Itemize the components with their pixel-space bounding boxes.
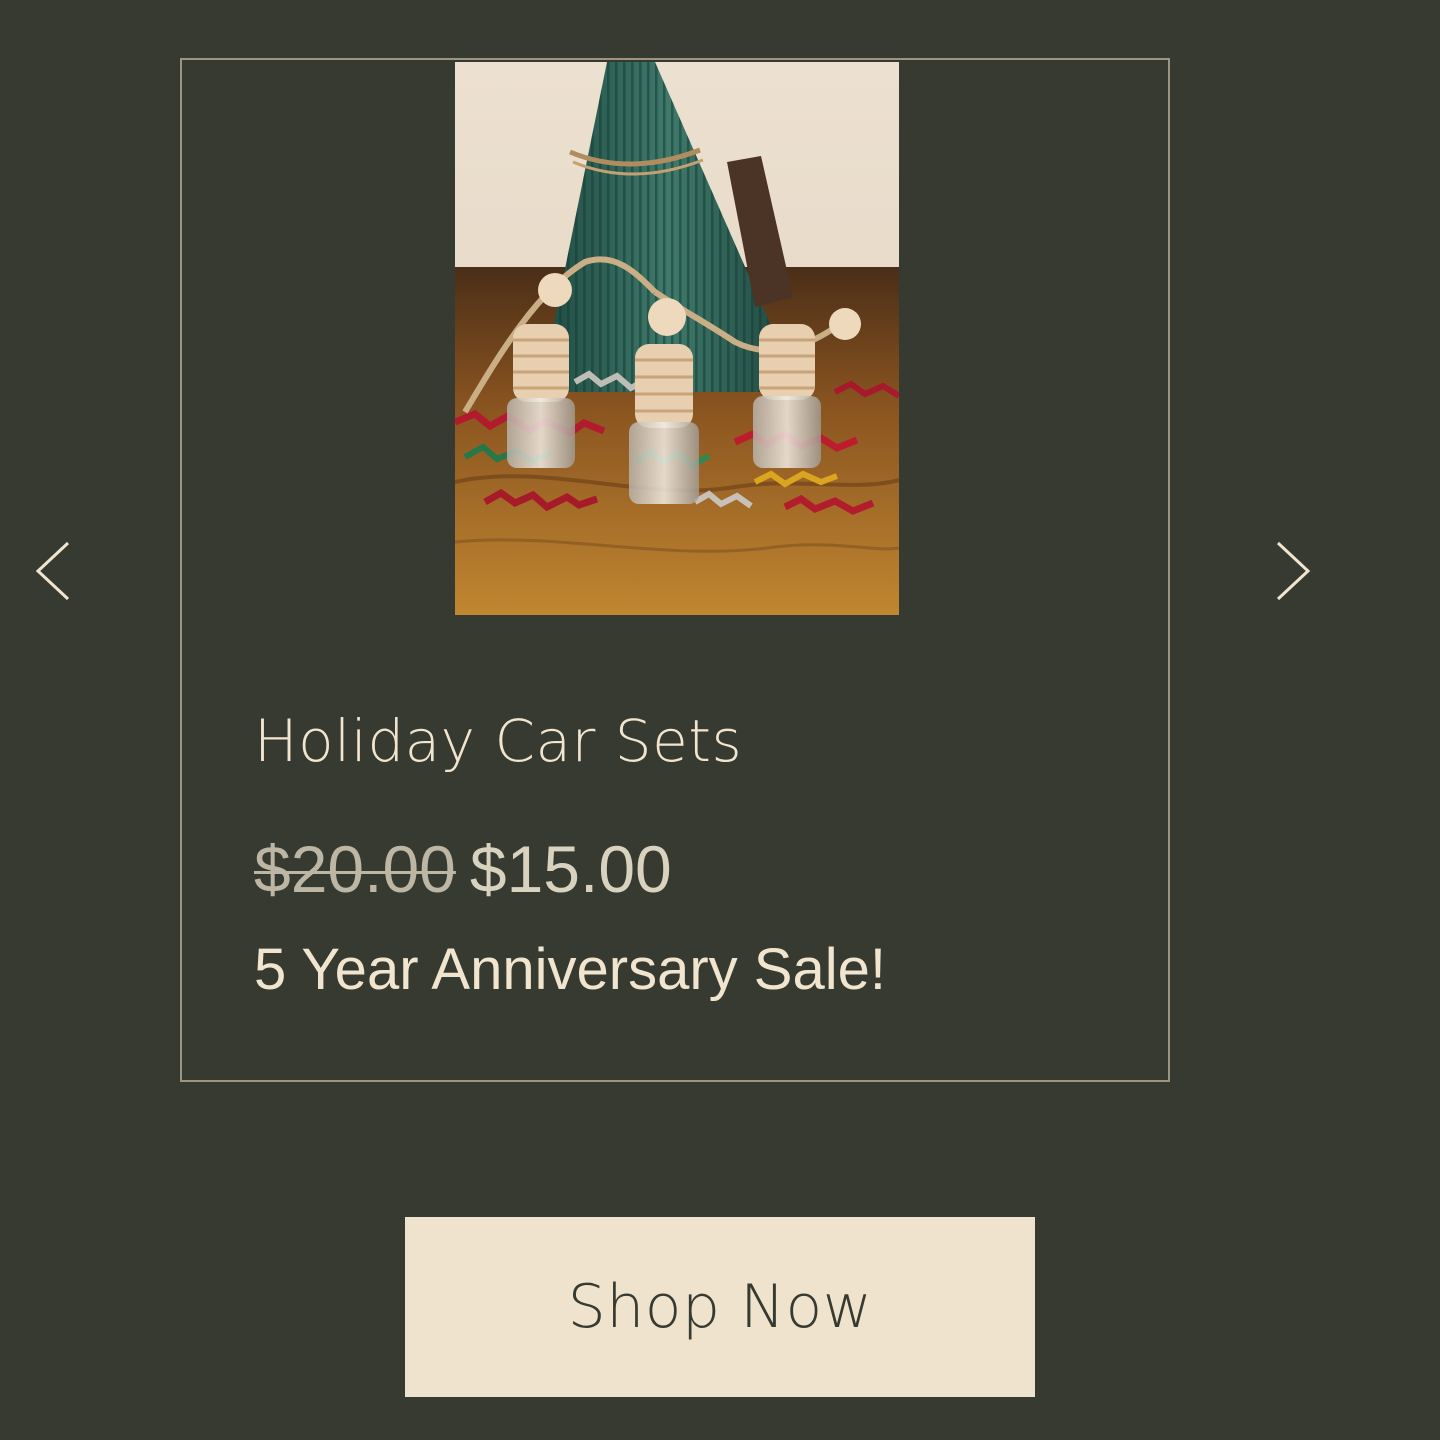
sale-ribbon: 5 Year Anniversary Sale! <box>254 937 886 1002</box>
price-sale: $15.00 <box>469 832 672 906</box>
carousel-next-button[interactable] <box>1268 535 1318 605</box>
shop-now-button[interactable]: Shop Now <box>405 1217 1035 1397</box>
chevron-right-icon <box>1276 541 1311 601</box>
shop-now-label: Shop Now <box>567 1272 873 1342</box>
product-image[interactable] <box>455 62 899 615</box>
product-card: Holiday Car Sets $20.00 $15.00 5 Year Ann… <box>180 58 1170 1082</box>
chevron-left-icon <box>35 541 70 601</box>
product-title[interactable]: Holiday Car Sets <box>254 702 742 780</box>
carousel-prev-button[interactable] <box>28 535 78 605</box>
price-row: $20.00 $15.00 <box>254 830 672 908</box>
price-original: $20.00 <box>254 832 456 906</box>
